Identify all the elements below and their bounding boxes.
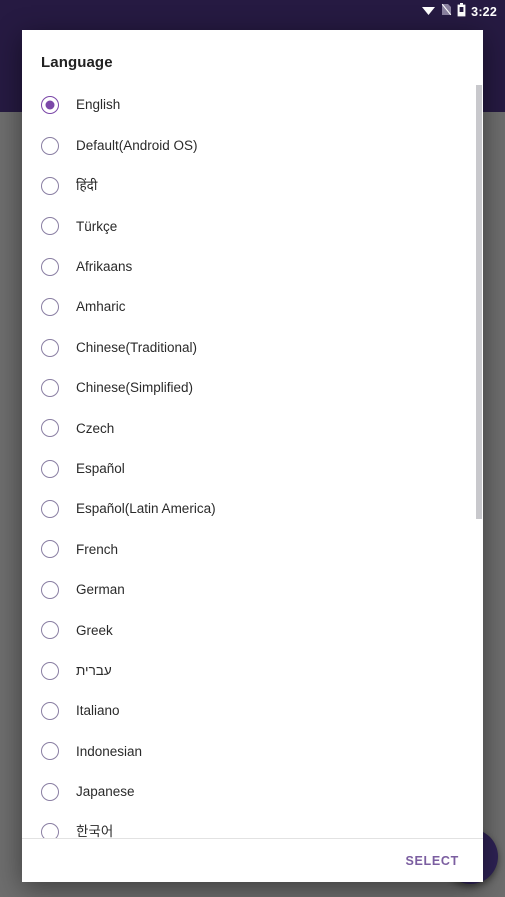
language-option-12[interactable]: German xyxy=(22,570,483,610)
language-option-label: Amharic xyxy=(76,299,126,315)
language-option-label: Türkçe xyxy=(76,218,118,234)
language-option-label: Afrikaans xyxy=(76,259,133,274)
radio-unchecked-icon[interactable] xyxy=(41,217,59,236)
language-option-11[interactable]: French xyxy=(22,529,483,569)
language-option-label: Japanese xyxy=(76,784,135,800)
language-option-10[interactable]: Español(Latin America) xyxy=(22,489,483,529)
language-option-4[interactable]: Afrikaans xyxy=(22,247,483,287)
radio-unchecked-icon[interactable] xyxy=(41,702,59,721)
language-option-5[interactable]: Amharic xyxy=(22,287,483,327)
language-option-0[interactable]: English xyxy=(22,85,483,125)
language-option-3[interactable]: Türkçe xyxy=(22,206,483,246)
language-option-label: Español(Latin America) xyxy=(76,501,216,517)
language-option-6[interactable]: Chinese(Traditional) xyxy=(22,327,483,367)
language-option-8[interactable]: Czech xyxy=(22,408,483,448)
radio-unchecked-icon[interactable] xyxy=(41,580,59,599)
radio-unchecked-icon[interactable] xyxy=(41,136,59,155)
language-option-7[interactable]: Chinese(Simplified) xyxy=(22,368,483,408)
language-option-label: Español xyxy=(76,460,125,476)
language-option-2[interactable]: हिंदी xyxy=(22,166,483,206)
language-option-18[interactable]: 한국어 xyxy=(22,812,483,838)
language-option-label: English xyxy=(76,97,121,113)
language-dialog: Language English Default(Android OS) हिंदी… xyxy=(22,30,483,882)
language-option-13[interactable]: Greek xyxy=(22,610,483,650)
language-list-container: English Default(Android OS) हिंदी Türkçe Afr… xyxy=(22,85,483,838)
status-bar-clock: 3:22 xyxy=(471,4,497,19)
language-option-label: Chinese(Traditional) xyxy=(76,339,198,355)
dialog-title: Language xyxy=(41,54,113,71)
wifi-icon xyxy=(421,3,436,21)
language-option-label: Greek xyxy=(76,622,113,638)
battery-icon xyxy=(457,2,466,22)
radio-unchecked-icon[interactable] xyxy=(41,661,59,680)
radio-unchecked-icon[interactable] xyxy=(41,257,59,276)
language-option-16[interactable]: Indonesian xyxy=(22,731,483,771)
language-list[interactable]: English Default(Android OS) हिंदी Türkçe Afr… xyxy=(22,85,483,838)
no-sim-icon xyxy=(441,3,452,21)
radio-unchecked-icon[interactable] xyxy=(41,176,59,195)
language-option-label: हिंदी xyxy=(76,178,98,194)
language-option-label: Italiano xyxy=(76,703,120,719)
language-option-label: Default(Android OS) xyxy=(76,137,198,153)
radio-unchecked-icon[interactable] xyxy=(41,823,59,838)
radio-unchecked-icon[interactable] xyxy=(41,782,59,801)
dialog-footer: SELECT xyxy=(22,838,483,882)
radio-checked-icon[interactable] xyxy=(41,96,59,115)
radio-unchecked-icon[interactable] xyxy=(41,459,59,478)
language-option-label: עברית xyxy=(76,662,112,678)
radio-unchecked-icon[interactable] xyxy=(41,742,59,761)
language-option-label: Chinese(Simplified) xyxy=(76,380,194,396)
language-option-15[interactable]: Italiano xyxy=(22,691,483,731)
radio-unchecked-icon[interactable] xyxy=(41,298,59,317)
language-option-label: French xyxy=(76,541,119,557)
language-option-1[interactable]: Default(Android OS) xyxy=(22,125,483,165)
language-option-label: Indonesian xyxy=(76,743,143,759)
list-scrollbar[interactable] xyxy=(476,85,482,519)
radio-unchecked-icon[interactable] xyxy=(41,338,59,357)
radio-unchecked-icon[interactable] xyxy=(41,621,59,640)
language-option-17[interactable]: Japanese xyxy=(22,772,483,812)
radio-unchecked-icon[interactable] xyxy=(41,419,59,438)
language-option-label: Czech xyxy=(76,420,115,436)
radio-unchecked-icon[interactable] xyxy=(41,378,59,397)
status-bar: 3:22 xyxy=(0,0,505,24)
radio-unchecked-icon[interactable] xyxy=(41,540,59,559)
language-option-14[interactable]: עברית xyxy=(22,650,483,690)
language-option-9[interactable]: Español xyxy=(22,449,483,489)
language-option-label: German xyxy=(76,582,125,598)
radio-unchecked-icon[interactable] xyxy=(41,500,59,519)
select-button[interactable]: SELECT xyxy=(401,848,463,874)
language-option-label: 한국어 xyxy=(76,824,114,838)
